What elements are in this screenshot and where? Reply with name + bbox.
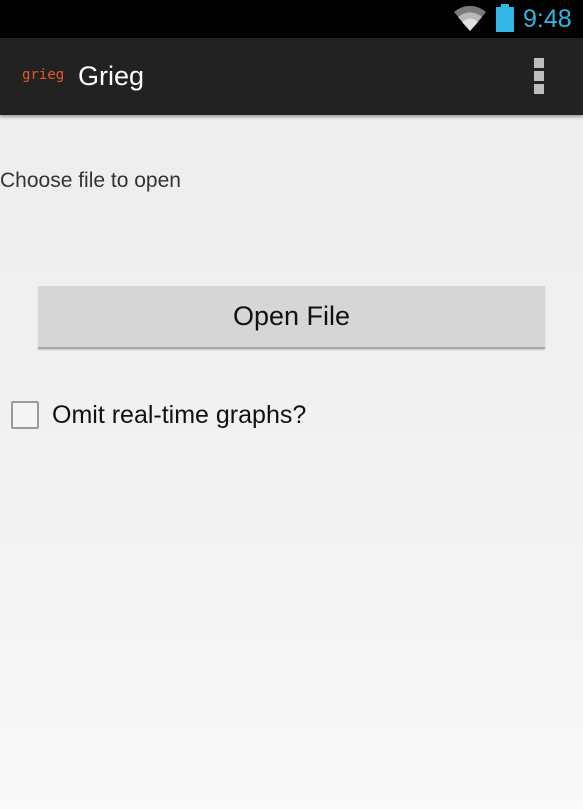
omit-graphs-label[interactable]: Omit real-time graphs? [52, 399, 306, 431]
omit-graphs-checkbox[interactable] [11, 401, 39, 429]
app-logo[interactable]: grieg [22, 67, 64, 83]
app-title: Grieg [78, 61, 145, 91]
open-file-button[interactable]: Open File [38, 286, 545, 349]
status-bar: 9:48 [0, 0, 583, 38]
overflow-dot [534, 84, 544, 94]
overflow-dot [534, 58, 544, 68]
action-bar: grieg Grieg [0, 38, 583, 115]
choose-file-prompt: Choose file to open [0, 169, 181, 192]
battery-icon [496, 4, 514, 32]
wifi-icon [454, 5, 486, 31]
overflow-menu-icon[interactable] [520, 54, 558, 98]
omit-graphs-option[interactable]: Omit real-time graphs? [11, 399, 306, 431]
status-clock: 9:48 [523, 5, 572, 33]
overflow-dot [534, 71, 544, 81]
